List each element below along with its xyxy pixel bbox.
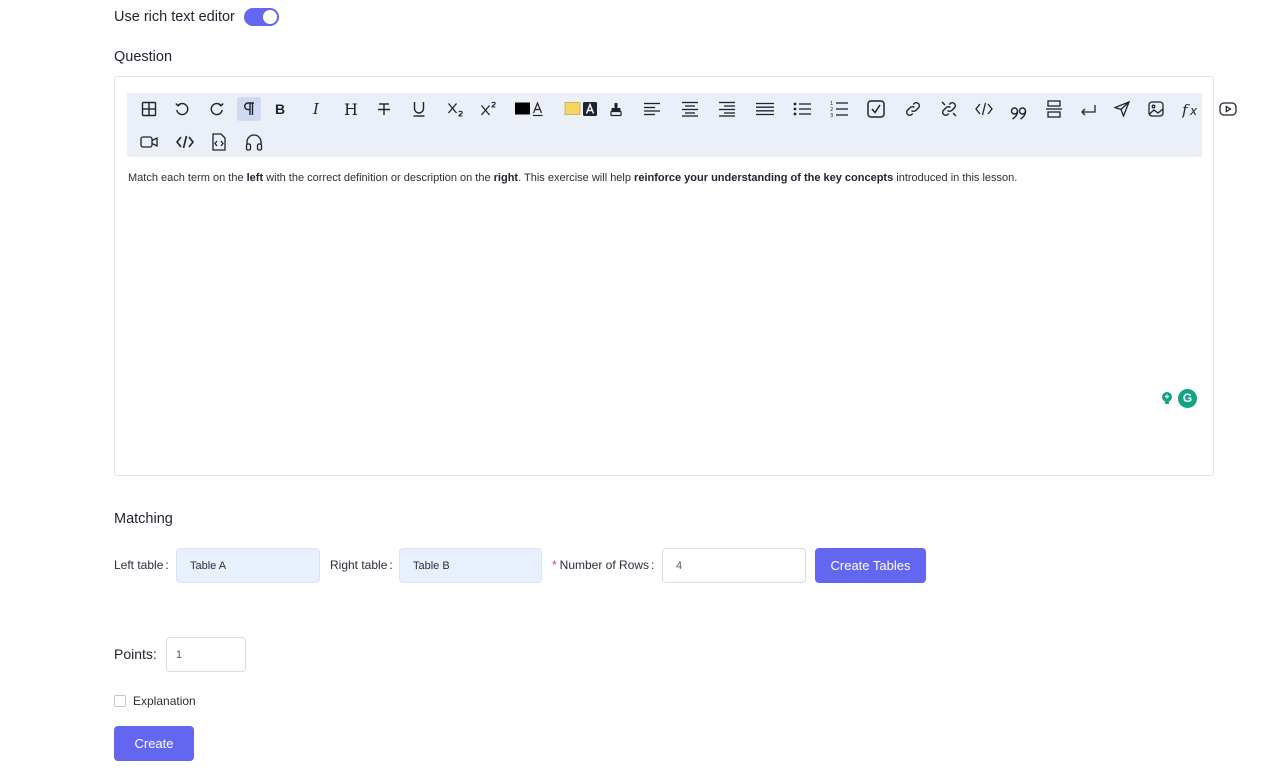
- content-text: Match each term on the: [128, 172, 247, 184]
- rich-text-toggle[interactable]: [243, 8, 279, 26]
- toolbar-row-1: B I H 1 2 3 f x: [127, 95, 1240, 123]
- content-bold-right: right: [493, 172, 519, 184]
- create-tables-button[interactable]: Create Tables: [815, 548, 926, 583]
- left-table-input[interactable]: Table A: [176, 548, 320, 583]
- subscript-icon[interactable]: [444, 97, 468, 121]
- strikethrough-icon[interactable]: [372, 97, 396, 121]
- table-icon[interactable]: [137, 97, 161, 121]
- hard-break-icon[interactable]: [1076, 97, 1100, 121]
- colon: :: [389, 558, 393, 572]
- left-table-label-text: Left table: [114, 558, 164, 572]
- right-table-label: Right table:: [330, 558, 393, 572]
- rows-label: * Number of Rows:: [552, 558, 654, 572]
- required-mark: *: [552, 558, 557, 572]
- redo-icon[interactable]: [205, 97, 229, 121]
- content-bold-phrase: reinforce your understanding of the key …: [634, 172, 894, 184]
- content-text: with the correct definition or descripti…: [263, 172, 494, 184]
- image-icon[interactable]: [1144, 97, 1168, 121]
- rows-input[interactable]: 4: [662, 548, 806, 583]
- svg-text:3: 3: [830, 113, 833, 118]
- superscript-icon[interactable]: [477, 97, 501, 121]
- send-icon[interactable]: [1110, 97, 1134, 121]
- points-input[interactable]: 1: [166, 637, 246, 672]
- question-label: Question: [114, 49, 173, 65]
- colon: :: [651, 558, 655, 572]
- undo-icon[interactable]: [170, 97, 194, 121]
- svg-text:f: f: [1182, 101, 1190, 118]
- align-left-icon[interactable]: [640, 97, 664, 121]
- align-right-icon[interactable]: [715, 97, 739, 121]
- file-code-icon[interactable]: [207, 130, 231, 154]
- blockquote-icon[interactable]: [1007, 97, 1031, 121]
- rich-text-toggle-label: Use rich text editor: [114, 9, 235, 25]
- create-button[interactable]: Create: [114, 726, 194, 761]
- code-inline-icon[interactable]: [972, 97, 996, 121]
- clear-format-icon[interactable]: [604, 97, 628, 121]
- bullet-list-icon[interactable]: [790, 97, 814, 121]
- italic-icon[interactable]: I: [304, 97, 328, 121]
- left-table-label: Left table:: [114, 558, 169, 572]
- bold-icon[interactable]: B: [268, 97, 292, 121]
- paragraph-icon[interactable]: [237, 97, 261, 121]
- align-center-icon[interactable]: [678, 97, 702, 121]
- matching-label: Matching: [114, 511, 173, 527]
- right-table-label-text: Right table: [330, 558, 388, 572]
- video-icon[interactable]: [137, 130, 161, 154]
- heading-icon[interactable]: H: [339, 97, 363, 121]
- explanation-label: Explanation: [133, 694, 196, 708]
- svg-text:x: x: [1189, 104, 1198, 118]
- youtube-icon[interactable]: [1216, 97, 1240, 121]
- content-text: introduced in this lesson.: [893, 172, 1018, 184]
- editor-toolbar: B I H 1 2 3 f x: [127, 93, 1237, 157]
- toolbar-row-2: [127, 128, 266, 156]
- toggle-knob: [262, 10, 277, 24]
- link-icon[interactable]: [901, 97, 925, 121]
- audio-icon[interactable]: [242, 130, 266, 154]
- lightbulb-icon[interactable]: [1158, 389, 1176, 407]
- rows-label-text: Number of Rows: [559, 558, 650, 572]
- unlink-icon[interactable]: [937, 97, 961, 121]
- colon: :: [165, 558, 169, 572]
- right-table-input[interactable]: Table B: [399, 548, 542, 583]
- task-list-icon[interactable]: [864, 97, 888, 121]
- align-justify-icon[interactable]: [753, 97, 777, 121]
- horizontal-rule-icon[interactable]: [1042, 97, 1066, 121]
- content-text: . This exercise will help: [518, 172, 635, 184]
- grammarly-icon[interactable]: G: [1178, 388, 1197, 408]
- underline-icon[interactable]: [407, 97, 431, 121]
- rich-text-toggle-row: Use rich text editor: [114, 8, 279, 26]
- numbered-list-icon[interactable]: 123: [827, 97, 851, 121]
- question-editor[interactable]: B I H 1 2 3 f x Match each term on the l…: [114, 76, 1237, 476]
- code-block-icon[interactable]: [173, 130, 197, 154]
- highlight-color-icon[interactable]: [564, 97, 600, 121]
- editor-content[interactable]: Match each term on the left with the cor…: [128, 172, 1017, 184]
- points-label: Points:: [114, 646, 157, 662]
- explanation-checkbox[interactable]: [114, 695, 126, 707]
- content-bold-left: left: [246, 172, 264, 184]
- formula-icon[interactable]: fx: [1179, 97, 1203, 121]
- text-color-icon[interactable]: [514, 97, 546, 121]
- grammarly-widget[interactable]: G: [1158, 387, 1200, 409]
